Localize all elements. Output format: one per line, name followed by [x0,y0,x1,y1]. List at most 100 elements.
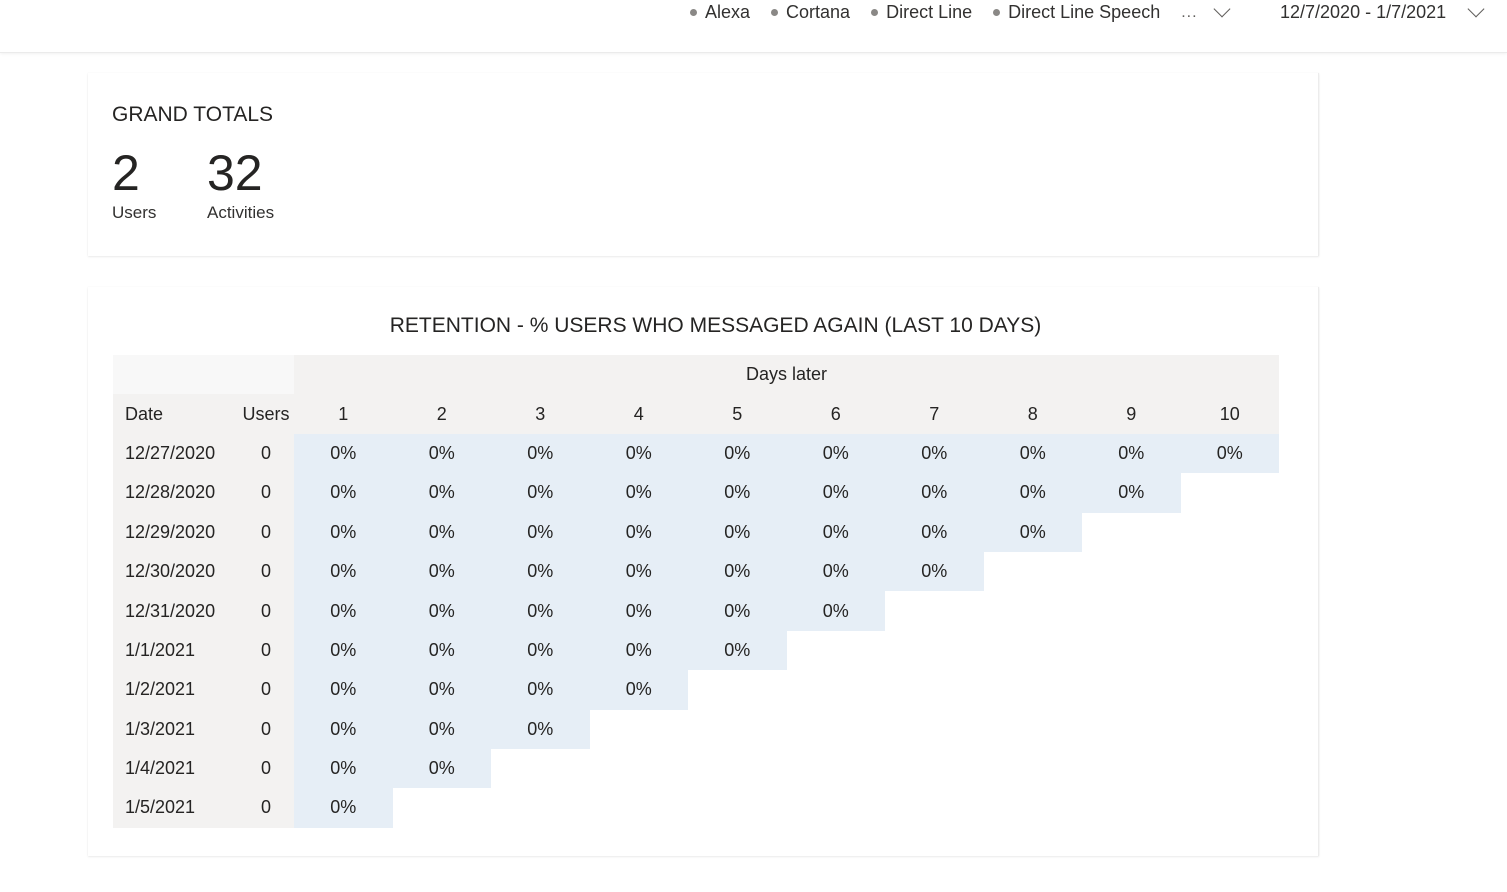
empty-cell [589,709,688,749]
retention-value-cell: 0% [392,551,491,592]
empty-cell [983,748,1082,789]
channel-item-direct-line[interactable]: Direct Line [871,2,972,23]
empty-cell [688,670,787,710]
channel-item-direct-line-speech[interactable]: Direct Line Speech [993,2,1160,23]
retention-value-cell: 0% [294,473,393,513]
date-range-label: 12/7/2020 - 1/7/2021 [1280,2,1447,22]
empty-cell [688,748,787,789]
day-column-header: 9 [1082,394,1181,434]
users-metric: 2 Users [112,145,156,223]
empty-cell [1180,551,1279,592]
retention-value-cell: 0% [688,512,787,552]
day-column-header: 5 [688,394,787,434]
empty-cell [1180,670,1279,710]
retention-value-cell: 0% [589,551,688,592]
date-cell: 1/3/2021 [113,709,238,749]
users-label: Users [112,203,157,222]
retention-value-cell: 0% [983,512,1082,552]
retention-value-cell: 0% [294,709,393,749]
empty-cell [1180,788,1279,828]
date-cell: 1/1/2021 [113,630,238,671]
day-column-header: 4 [589,394,688,434]
empty-cell [786,630,885,671]
retention-value-cell: 0% [983,433,1082,474]
retention-value-cell: 0% [983,473,1082,513]
retention-title: RETENTION - % USERS WHO MESSAGED AGAIN (… [389,314,1042,337]
users-cell: 0 [238,670,294,710]
retention-value-cell: 0% [786,433,885,474]
users-cell: 0 [238,748,294,789]
empty-cell [1082,512,1181,552]
retention-value-cell: 0% [1180,433,1279,474]
table-row: 12/31/2020 0 0% 0% 0% 0% 0% 0% [113,591,1279,631]
days-later-header: Days later [294,355,1279,395]
channel-label: Cortana [786,2,851,22]
empty-cell [1082,551,1181,592]
date-cell: 12/29/2020 [113,512,238,552]
channel-item-cortana[interactable]: Cortana [771,2,850,23]
empty-cell [1180,591,1279,631]
bullet-icon [993,9,1001,16]
date-cell: 12/27/2020 [113,433,238,474]
retention-value-cell: 0% [392,709,491,749]
retention-value-cell: 0% [392,473,491,513]
grand-totals-card: GRAND TOTALS 2 Users 32 Activities [88,73,1319,256]
date-cell: 12/28/2020 [113,473,238,513]
chevron-down-icon[interactable] [1213,0,1231,17]
date-cell: 1/4/2021 [113,748,238,789]
table-row: 1/3/2021 0 0% 0% 0% [113,709,1279,749]
empty-cell [589,748,688,789]
retention-value-cell: 0% [786,551,885,592]
top-filter-bar: Alexa Cortana Direct Line Direct Line Sp… [0,0,1507,53]
retention-value-cell: 0% [589,630,688,671]
retention-value-cell: 0% [294,748,393,789]
channel-label: Alexa [705,2,751,22]
channel-item-alexa[interactable]: Alexa [690,2,750,23]
date-cell: 12/31/2020 [113,591,238,631]
activities-label: Activities [207,203,275,222]
empty-cell [1082,630,1181,671]
empty-cell [786,748,885,789]
retention-value-cell: 0% [294,551,393,592]
empty-cell [491,788,590,828]
retention-value-cell: 0% [294,591,393,631]
date-column-header: Date [113,394,238,434]
bullet-icon [690,9,697,16]
retention-value-cell: 0% [786,591,885,631]
empty-cell [1082,709,1181,749]
day-column-header: 2 [392,394,491,434]
retention-value-cell: 0% [294,433,393,474]
empty-cell [786,709,885,749]
retention-value-cell: 0% [392,512,491,552]
retention-value-cell: 0% [589,433,688,474]
retention-value-cell: 0% [885,473,984,513]
retention-value-cell: 0% [786,473,885,513]
retention-value-cell: 0% [392,748,491,789]
table-row: 1/5/2021 0 0% [113,788,1279,828]
chevron-down-icon[interactable] [1467,0,1485,17]
users-cell: 0 [238,788,294,828]
day-column-header: 10 [1180,394,1279,434]
retention-value-cell: 0% [491,709,590,749]
date-cell: 1/2/2021 [113,670,238,710]
retention-value-cell: 0% [392,630,491,671]
empty-cell [392,788,491,828]
retention-value-cell: 0% [885,433,984,474]
empty-cell [1082,591,1181,631]
users-cell: 0 [238,473,294,513]
retention-value-cell: 0% [885,551,984,592]
date-range-picker[interactable]: 12/7/2020 - 1/7/2021 [1280,0,1485,23]
empty-cell [688,709,787,749]
empty-cell [1180,748,1279,789]
channel-filter[interactable]: Alexa Cortana Direct Line Direct Line Sp… [690,0,1231,23]
retention-value-cell: 0% [1082,473,1181,513]
empty-cell [1082,670,1181,710]
day-column-header: 1 [294,394,393,434]
channel-label: Direct Line Speech [1008,2,1161,22]
date-cell: 1/5/2021 [113,788,238,828]
empty-cell [885,630,984,671]
corner-cell [113,355,294,395]
retention-value-cell: 0% [1082,433,1181,474]
table-row: 12/30/2020 0 0% 0% 0% 0% 0% 0% 0% [113,551,1279,592]
empty-cell [1180,473,1279,513]
